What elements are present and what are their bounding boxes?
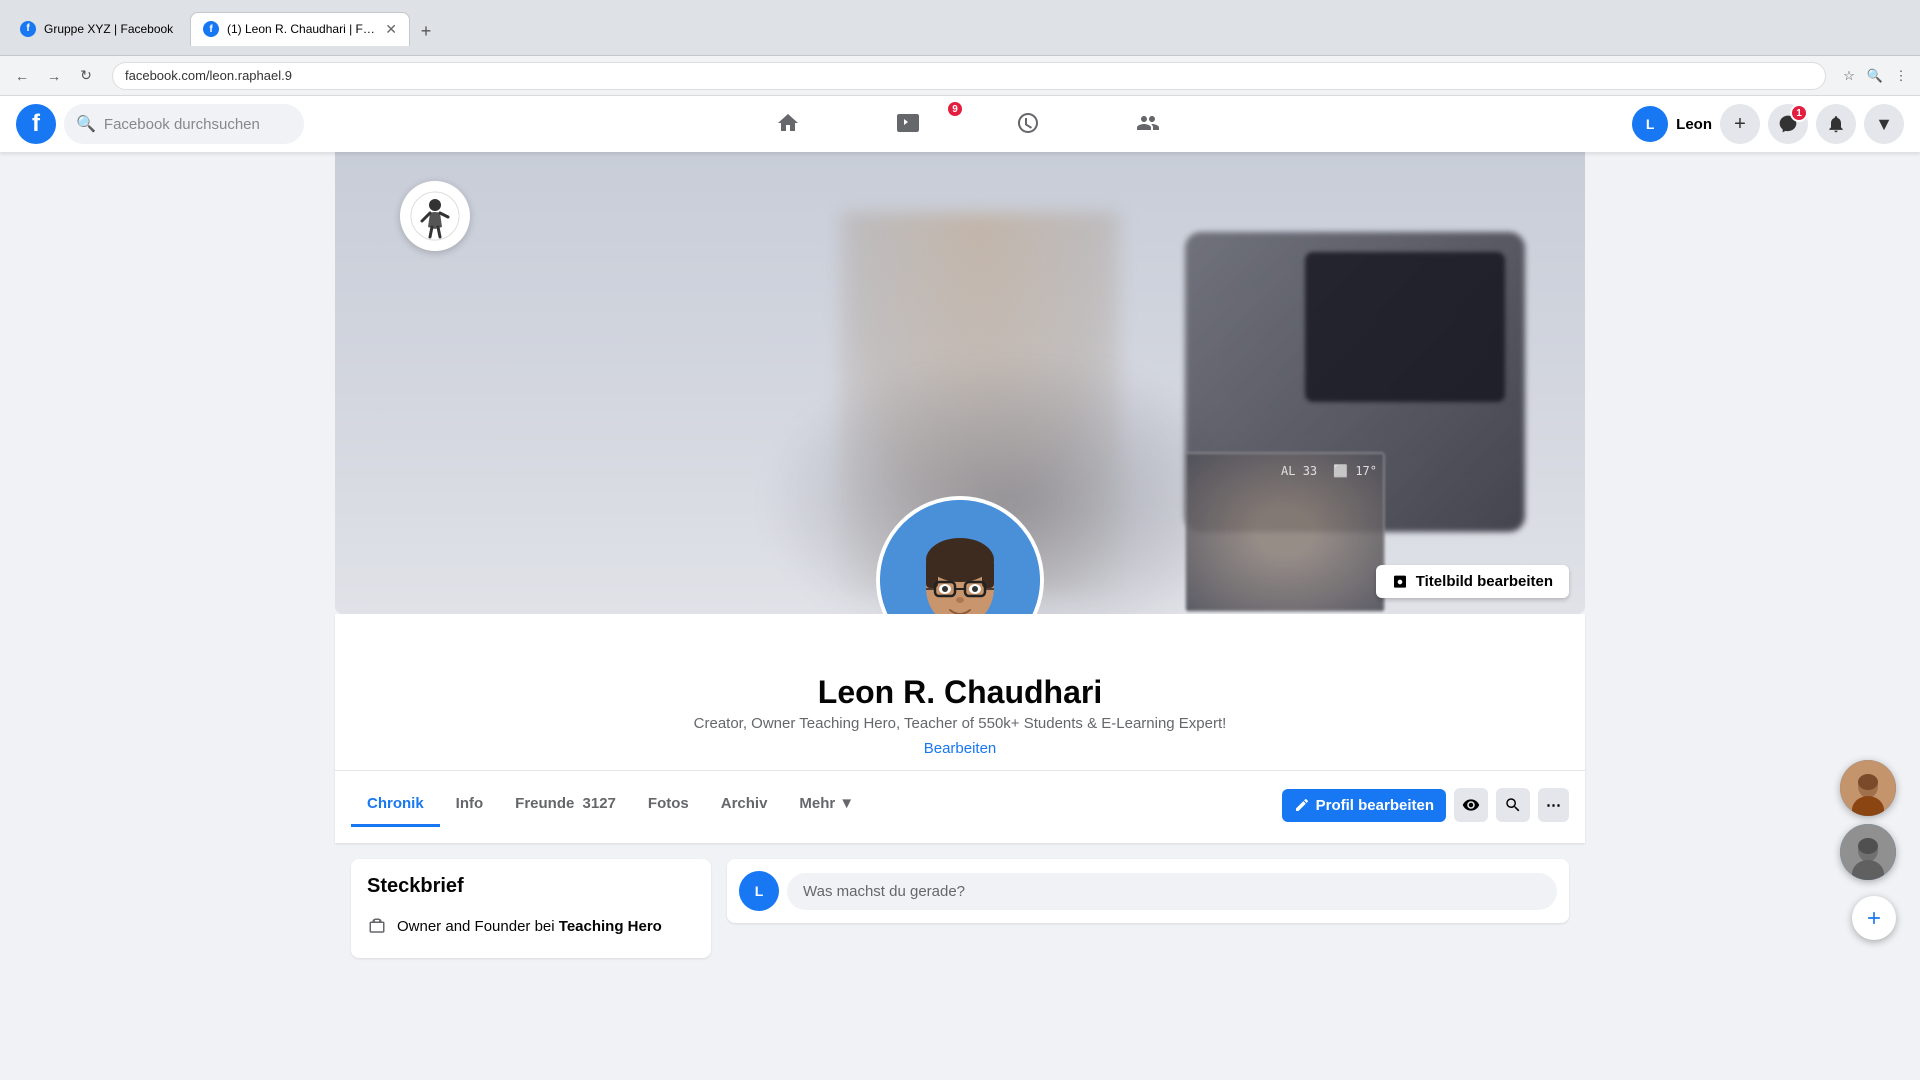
address-bar[interactable]: facebook.com/leon.raphael.9 [112, 62, 1826, 90]
nav-watch[interactable]: 9 [852, 100, 964, 148]
composer-placeholder: Was machst du gerade? [803, 883, 965, 900]
profile-name: Leon R. Chaudhari [335, 674, 1585, 711]
camera-lens [1305, 252, 1505, 402]
chat-head-avatar-1 [1840, 760, 1896, 816]
composer-input[interactable]: Was machst du gerade? [787, 873, 1557, 910]
tab-archiv[interactable]: Archiv [705, 783, 784, 827]
forward-button[interactable]: → [40, 62, 68, 90]
tab-favicon-2: f [203, 21, 219, 37]
profile-tabs: Chronik Info Freunde 3127 Fotos Archiv M… [335, 783, 1585, 827]
tab-info[interactable]: Info [440, 783, 500, 827]
watch-badge: 9 [946, 100, 964, 118]
tab-chronik[interactable]: Chronik [351, 783, 440, 827]
nav-marketplace[interactable] [972, 100, 1084, 148]
tab-mehr[interactable]: Mehr ▼ [783, 783, 870, 827]
profile-bio: Creator, Owner Teaching Hero, Teacher of… [335, 715, 1585, 732]
mehr-chevron: ▼ [839, 795, 854, 812]
steckbrief-text-1: Owner and Founder bei Teaching Hero [397, 918, 695, 935]
zoom-icon[interactable]: 🔍 [1864, 65, 1886, 87]
edit-cover-label: Titelbild bearbeiten [1416, 573, 1553, 590]
more-dots: ⋯ [1546, 796, 1561, 814]
chat-head-avatar-2 [1840, 824, 1896, 880]
tab-freunde-count: 3127 [583, 795, 616, 812]
back-button[interactable]: ← [8, 62, 36, 90]
profile-divider [335, 770, 1585, 771]
tab-title-2: (1) Leon R. Chaudhari | Faceb... [227, 22, 377, 36]
menu-icon[interactable]: ⋮ [1890, 65, 1912, 87]
create-button[interactable]: + [1720, 104, 1760, 144]
search-profile-button[interactable] [1496, 788, 1530, 822]
user-avatar-btn[interactable]: L Leon [1632, 106, 1712, 142]
tab-freunde[interactable]: Freunde 3127 [499, 783, 632, 827]
edit-profile-button[interactable]: Profil bearbeiten [1282, 789, 1446, 822]
post-composer-top: L Was machst du gerade? [739, 871, 1557, 911]
more-actions-button[interactable]: ⋯ [1538, 788, 1569, 822]
tab-fotos[interactable]: Fotos [632, 783, 705, 827]
browser-actions: ☆ 🔍 ⋮ [1838, 65, 1912, 87]
tab-title-1: Gruppe XYZ | Facebook [44, 22, 176, 36]
edit-profile-label: Profil bearbeiten [1316, 797, 1434, 814]
fb-search-box[interactable]: 🔍 [64, 104, 304, 144]
composer-avatar: L [739, 871, 779, 911]
messenger-badge: 1 [1790, 104, 1808, 122]
profile-info-section: Leon R. Chaudhari Creator, Owner Teachin… [335, 614, 1585, 843]
profile-left-column: Steckbrief Owner and Founder bei Teachin… [351, 859, 711, 974]
browser-chrome: f Gruppe XYZ | Facebook f (1) Leon R. Ch… [0, 0, 1920, 56]
nav-groups[interactable] [1092, 100, 1204, 148]
steckbrief-card: Steckbrief Owner and Founder bei Teachin… [351, 859, 711, 958]
steckbrief-item-1: Owner and Founder bei Teaching Hero [367, 910, 695, 942]
tab-freunde-label: Freunde [515, 795, 574, 812]
chat-head-1[interactable] [1840, 760, 1896, 816]
browser-controls: ← → ↻ facebook.com/leon.raphael.9 ☆ 🔍 ⋮ [0, 56, 1920, 96]
search-icon: 🔍 [76, 114, 96, 134]
profile-picture-area [876, 496, 1044, 614]
new-tab-button[interactable]: + [412, 18, 440, 46]
tab-favicon-1: f [20, 21, 36, 37]
browser-tab-2[interactable]: f (1) Leon R. Chaudhari | Faceb... ✕ [190, 12, 410, 46]
fb-header-right: L Leon + 1 ▼ [1632, 104, 1904, 144]
browser-tabs: f Gruppe XYZ | Facebook f (1) Leon R. Ch… [8, 10, 440, 46]
search-input[interactable] [104, 116, 292, 133]
cover-photo-area: AL 33⬜ 17° [335, 152, 1585, 614]
profile-picture [880, 500, 1040, 614]
profile-right-column: L Was machst du gerade? [727, 859, 1569, 974]
bookmark-icon[interactable]: ☆ [1838, 65, 1860, 87]
chat-head-2[interactable] [1840, 824, 1896, 880]
messenger-button[interactable]: 1 [1768, 104, 1808, 144]
tab-close-2[interactable]: ✕ [385, 21, 397, 38]
fab-button[interactable] [1852, 896, 1896, 940]
edit-cover-button[interactable]: Titelbild bearbeiten [1376, 565, 1569, 598]
profile-container: AL 33⬜ 17° [335, 152, 1585, 990]
user-name: Leon [1676, 116, 1712, 133]
post-composer: L Was machst du gerade? [727, 859, 1569, 923]
camera-overlay: AL 33⬜ 17° [1273, 460, 1385, 482]
sticker-icon [400, 181, 470, 251]
reload-button[interactable]: ↻ [72, 62, 100, 90]
chat-heads [1840, 760, 1896, 880]
address-text: facebook.com/leon.raphael.9 [125, 68, 292, 83]
fb-header: f 🔍 9 L Leon + 1 [0, 96, 1920, 152]
nav-home[interactable] [732, 100, 844, 148]
browser-tab-1[interactable]: f Gruppe XYZ | Facebook [8, 12, 188, 46]
edit-bio-link[interactable]: Bearbeiten [924, 740, 997, 757]
notifications-button[interactable] [1816, 104, 1856, 144]
cover-sticker [395, 176, 475, 256]
fb-logo[interactable]: f [16, 104, 56, 144]
steckbrief-title: Steckbrief [367, 875, 695, 898]
preview-button[interactable] [1454, 788, 1488, 822]
user-avatar: L [1632, 106, 1668, 142]
profile-picture-ring [876, 496, 1044, 614]
briefcase-icon [367, 916, 387, 936]
profile-main: Steckbrief Owner and Founder bei Teachin… [335, 843, 1585, 990]
account-menu-button[interactable]: ▼ [1864, 104, 1904, 144]
fb-nav: 9 [312, 100, 1624, 148]
